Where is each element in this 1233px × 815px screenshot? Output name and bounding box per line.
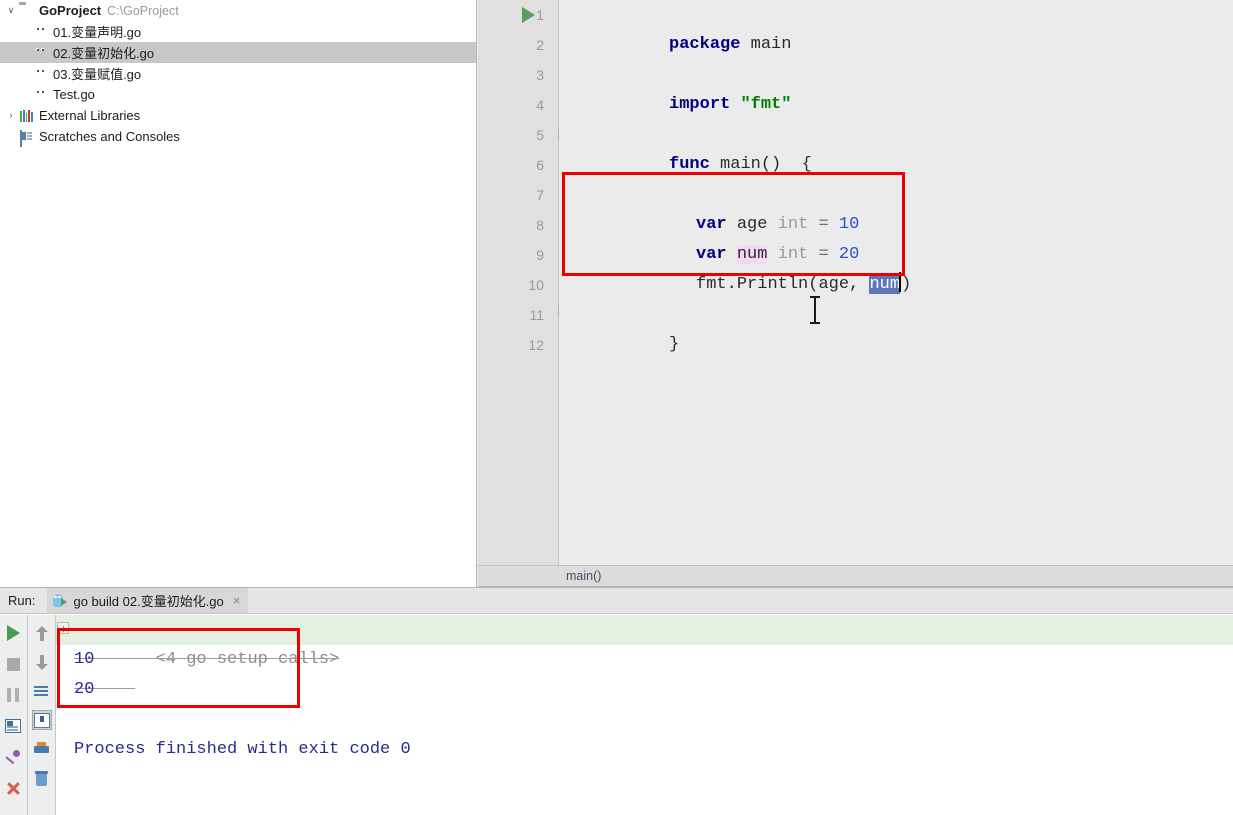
project-tree-panel[interactable]: ∨ GoProject C:\GoProject 01.变量声明.go 02.变…	[0, 0, 477, 587]
line-number: 5	[536, 127, 544, 143]
line-number: 3	[536, 67, 544, 83]
editor-gutter[interactable]: 1 2 3 4 5 6 7 8 9 10 11 12	[478, 0, 558, 565]
folder-icon	[18, 3, 36, 19]
scratches-icon	[18, 129, 36, 147]
expand-icon[interactable]	[57, 622, 69, 634]
code-text-area[interactable]: package main import "fmt" func main() { …	[559, 0, 1233, 565]
project-root-path: C:\GoProject	[107, 3, 179, 18]
code-line-6[interactable]	[559, 150, 1233, 180]
soft-wrap-icon[interactable]	[32, 681, 52, 701]
run-configuration-tab[interactable]: go build 02.变量初始化.go ×	[47, 588, 249, 613]
code-editor[interactable]: 1 2 3 4 5 6 7 8 9 10 11 12 package main …	[478, 0, 1233, 565]
scroll-to-end-icon[interactable]	[31, 710, 52, 730]
console-output-line: 20	[74, 680, 95, 699]
line-number: 10	[528, 277, 544, 293]
run-tool-window[interactable]: Run: go build 02.变量初始化.go × <4 go setup …	[0, 587, 1233, 815]
tree-row-scratches-and-consoles[interactable]: Scratches and Consoles	[0, 126, 476, 147]
close-icon[interactable]: ×	[233, 593, 241, 608]
line-number: 6	[536, 157, 544, 173]
run-tab-bar: Run: go build 02.变量初始化.go ×	[0, 588, 1233, 614]
code-line-5[interactable]: func main() {	[559, 120, 1233, 174]
chevron-down-icon[interactable]: ∨	[4, 6, 18, 15]
mouse-text-cursor	[810, 296, 820, 324]
console-output[interactable]: <4 go setup calls> 10 20 Process finishe…	[56, 615, 1233, 815]
go-run-icon	[53, 593, 68, 608]
breadcrumb[interactable]: main()	[478, 565, 1233, 587]
workspace-top: ∨ GoProject C:\GoProject 01.变量声明.go 02.变…	[0, 0, 1233, 587]
run-gutter-icon[interactable]	[522, 7, 535, 23]
code-line-3[interactable]: import "fmt"	[559, 60, 1233, 114]
line-number: 8	[536, 217, 544, 233]
tree-row-file-test[interactable]: Test.go	[0, 84, 476, 105]
code-line-7[interactable]: var age int = 10	[559, 180, 1233, 234]
run-actions-toolbar[interactable]	[0, 615, 26, 815]
run-window-label: Run:	[8, 593, 36, 608]
code-line-2[interactable]	[559, 30, 1233, 60]
go-file-icon	[32, 87, 50, 103]
tree-row-file-02[interactable]: 02.变量初始化.go	[0, 42, 476, 63]
tree-item-label: Scratches and Consoles	[39, 129, 180, 144]
line-number: 11	[529, 307, 544, 323]
pause-button[interactable]	[3, 685, 23, 705]
tree-row-file-03[interactable]: 03.变量赋值.go	[0, 63, 476, 84]
arrow-down-icon[interactable]	[32, 652, 52, 672]
code-line-1[interactable]: package main	[559, 0, 1233, 54]
line-number: 4	[536, 97, 544, 113]
console-fold-line[interactable]: <4 go setup calls>	[56, 615, 1233, 669]
run-tab-title: go build 02.变量初始化.go	[73, 594, 224, 609]
libraries-icon	[18, 108, 36, 124]
tree-row-external-libraries[interactable]: › External Libraries	[0, 105, 476, 126]
console-actions-toolbar[interactable]	[27, 615, 55, 815]
code-line-4[interactable]	[559, 90, 1233, 120]
close-x-icon[interactable]	[3, 778, 23, 798]
line-number: 1	[536, 7, 544, 23]
tree-item-label: 03.变量赋值.go	[53, 67, 142, 82]
project-root-label: GoProject	[39, 3, 102, 18]
line-number: 2	[536, 37, 544, 53]
tree-item-label: External Libraries	[39, 108, 141, 123]
layout-button[interactable]	[3, 716, 23, 736]
tree-row-file-01[interactable]: 01.变量声明.go	[0, 21, 476, 42]
code-line-11[interactable]: }	[559, 300, 1233, 354]
line-number: 9	[536, 247, 544, 263]
rerun-button[interactable]	[3, 623, 23, 643]
go-file-icon	[32, 24, 50, 40]
pin-icon[interactable]	[3, 747, 23, 767]
code-line-10[interactable]	[559, 270, 1233, 300]
tree-row-project-root[interactable]: ∨ GoProject C:\GoProject	[0, 0, 476, 21]
code-line-8[interactable]: var num int = 20	[559, 210, 1233, 264]
console-output-line: 10	[74, 650, 95, 669]
go-file-icon	[32, 45, 50, 61]
tree-item-label: 02.变量初始化.go	[53, 46, 155, 61]
arrow-up-icon[interactable]	[32, 623, 52, 643]
print-icon[interactable]	[32, 739, 52, 759]
chevron-right-icon[interactable]: ›	[4, 111, 18, 120]
line-number: 7	[536, 187, 544, 203]
breadcrumb-main[interactable]: main()	[566, 569, 601, 583]
tree-item-label: 01.变量声明.go	[53, 25, 142, 40]
line-number: 12	[528, 337, 544, 353]
code-line-12[interactable]	[559, 330, 1233, 360]
go-file-icon	[32, 66, 50, 82]
console-exit-line: Process finished with exit code 0	[74, 740, 411, 759]
tree-item-label: Test.go	[53, 87, 95, 102]
trash-icon[interactable]	[32, 768, 52, 788]
stop-button[interactable]	[3, 654, 23, 674]
code-line-9[interactable]: fmt.Println(age, num)	[559, 240, 1233, 294]
